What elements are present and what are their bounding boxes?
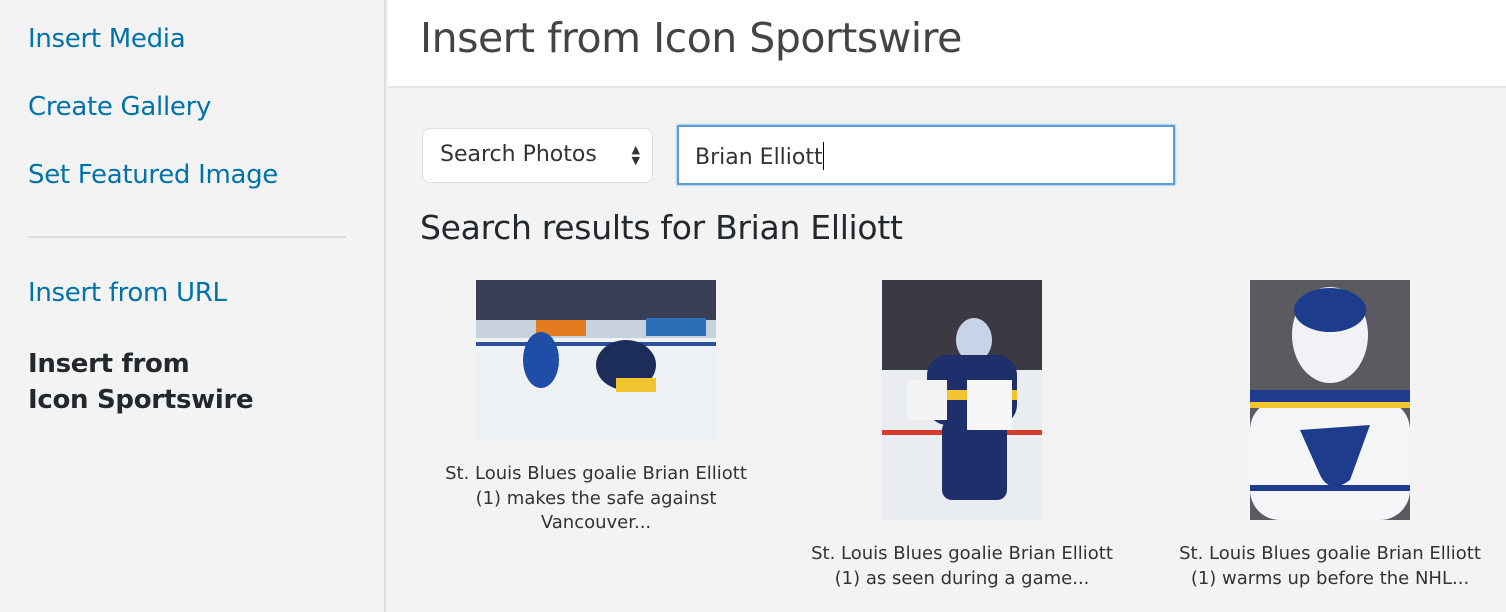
select-arrows-icon: ▲ ▼ bbox=[631, 143, 640, 167]
sidebar-item-insert-from-icon-sportswire[interactable]: Insert from Icon Sportswire bbox=[28, 346, 254, 418]
result-thumbnail[interactable] bbox=[1250, 280, 1410, 520]
media-sidebar: Insert Media Create Gallery Set Featured… bbox=[0, 0, 386, 612]
sidebar-divider bbox=[28, 236, 346, 238]
search-type-select[interactable]: Search Photos ▲ ▼ bbox=[422, 128, 653, 183]
result-thumbnail[interactable] bbox=[476, 280, 716, 440]
result-item[interactable]: St. Louis Blues goalie Brian Elliott (1) … bbox=[416, 280, 776, 536]
results-heading: Search results for Brian Elliott bbox=[420, 208, 903, 247]
sidebar-item-insert-from-url[interactable]: Insert from URL bbox=[28, 278, 227, 308]
modal-header: Insert from Icon Sportswire bbox=[388, 0, 1506, 88]
page-title: Insert from Icon Sportswire bbox=[420, 14, 962, 62]
sidebar-item-set-featured-image[interactable]: Set Featured Image bbox=[28, 160, 278, 190]
sidebar-item-create-gallery[interactable]: Create Gallery bbox=[28, 92, 211, 122]
search-input[interactable]: Brian Elliott bbox=[677, 125, 1175, 185]
result-item[interactable]: St. Louis Blues goalie Brian Elliott (1) … bbox=[1150, 280, 1506, 591]
text-caret bbox=[822, 142, 824, 170]
sidebar-item-insert-media[interactable]: Insert Media bbox=[28, 24, 186, 54]
result-thumbnail[interactable] bbox=[882, 280, 1042, 520]
result-item[interactable]: St. Louis Blues goalie Brian Elliott (1) … bbox=[782, 280, 1142, 591]
